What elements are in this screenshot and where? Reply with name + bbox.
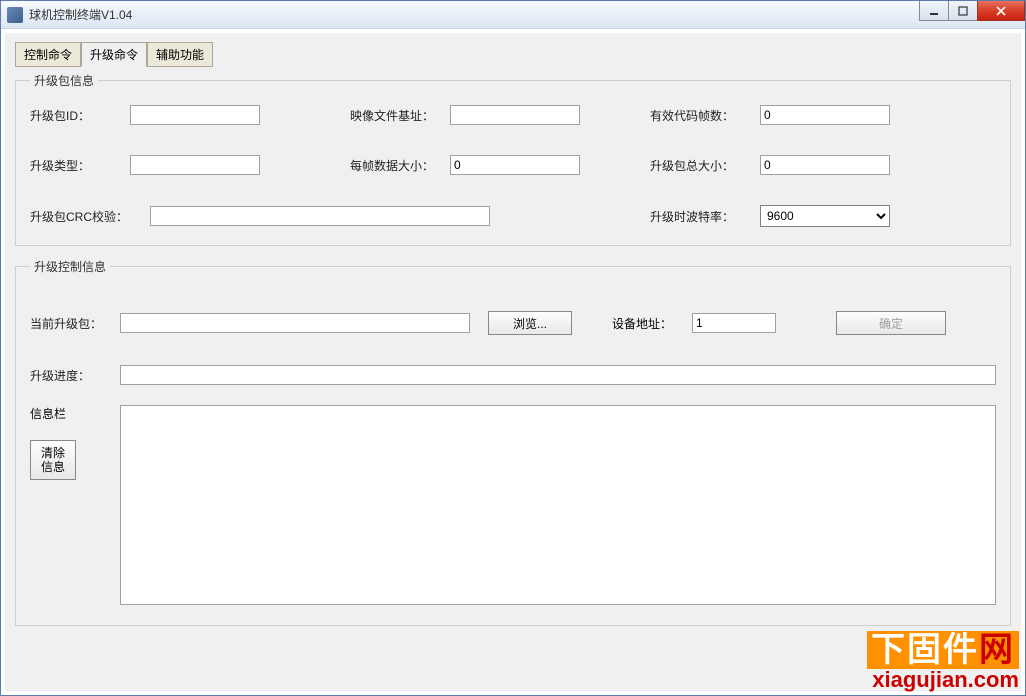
field-crc (150, 206, 490, 226)
group-upgrade-ctrl: 升级控制信息 当前升级包： 浏览... 设备地址： 确定 升级进度： 信息栏 (15, 258, 1011, 626)
field-pkg-total[interactable] (760, 155, 890, 175)
window-title: 球机控制终端V1.04 (29, 6, 132, 23)
titlebar[interactable]: 球机控制终端V1.04 (1, 1, 1025, 29)
maximize-icon (958, 6, 968, 16)
label-current-pkg: 当前升级包： (30, 315, 120, 332)
field-current-pkg[interactable] (120, 313, 470, 333)
group-upgrade-info-legend: 升级包信息 (30, 72, 98, 89)
group-upgrade-ctrl-legend: 升级控制信息 (30, 258, 110, 275)
client-area: 控制命令 升级命令 辅助功能 升级包信息 升级包ID： 映像文件基址： (5, 33, 1021, 691)
close-icon (995, 6, 1007, 16)
field-baud[interactable]: 9600 (760, 205, 890, 227)
label-pkg-total: 升级包总大小： (650, 157, 760, 174)
app-icon (7, 7, 23, 23)
group-upgrade-info: 升级包信息 升级包ID： 映像文件基址： 有效代码帧数： (15, 72, 1011, 246)
field-img-base (450, 105, 580, 125)
minimize-button[interactable] (919, 1, 949, 21)
field-pkg-type (130, 155, 260, 175)
tab-aux[interactable]: 辅助功能 (147, 42, 213, 67)
label-pkg-id: 升级包ID： (30, 107, 130, 124)
log-textarea[interactable] (120, 405, 996, 605)
tab-page: 升级包信息 升级包ID： 映像文件基址： 有效代码帧数： (5, 66, 1021, 648)
tab-control-cmd[interactable]: 控制命令 (15, 42, 81, 67)
minimize-icon (929, 6, 939, 16)
clear-log-button[interactable]: 清除 信息 (30, 440, 76, 480)
label-progress: 升级进度： (30, 367, 120, 384)
label-valid-frames: 有效代码帧数： (650, 107, 760, 124)
progress-bar (120, 365, 996, 385)
label-img-base: 映像文件基址： (350, 107, 450, 124)
ok-button[interactable]: 确定 (836, 311, 946, 335)
close-button[interactable] (977, 1, 1025, 21)
field-frame-size[interactable] (450, 155, 580, 175)
label-dev-addr: 设备地址： (612, 315, 672, 332)
field-dev-addr[interactable] (692, 313, 776, 333)
label-baud: 升级时波特率： (650, 208, 760, 225)
browse-button[interactable]: 浏览... (488, 311, 572, 335)
field-pkg-id (130, 105, 260, 125)
label-crc: 升级包CRC校验： (30, 208, 150, 225)
app-window: 球机控制终端V1.04 控制命令 升级命令 辅助功能 升级包信息 (0, 0, 1026, 696)
window-controls (920, 1, 1025, 21)
tab-bar: 控制命令 升级命令 辅助功能 (5, 33, 1021, 66)
tab-upgrade-cmd[interactable]: 升级命令 (81, 42, 147, 67)
label-info-area: 信息栏 (30, 405, 120, 422)
maximize-button[interactable] (948, 1, 978, 21)
field-valid-frames[interactable] (760, 105, 890, 125)
label-pkg-type: 升级类型： (30, 157, 130, 174)
label-frame-size: 每帧数据大小： (350, 157, 450, 174)
